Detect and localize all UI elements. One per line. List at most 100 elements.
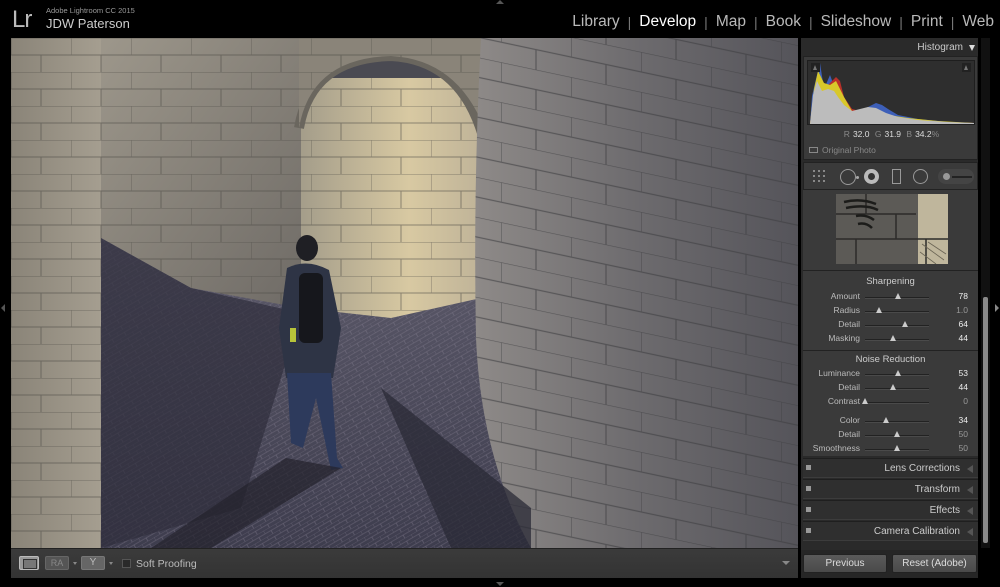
slider-color[interactable]: Color 34	[803, 415, 978, 428]
slider-value[interactable]: 0	[963, 396, 968, 406]
radial-filter-icon[interactable]	[913, 169, 928, 184]
slider-knob[interactable]	[902, 321, 909, 327]
slider-knob[interactable]	[875, 307, 882, 313]
spot-removal-icon[interactable]	[840, 169, 856, 185]
slider-detail[interactable]: Detail 50	[803, 429, 978, 442]
slider-luminance[interactable]: Luminance 53	[803, 368, 978, 381]
slider-value[interactable]: 78	[959, 291, 968, 301]
detail-preview-image	[836, 194, 948, 264]
slider-label: Masking	[828, 333, 860, 343]
panel-lens-corrections[interactable]: Lens Corrections	[803, 458, 978, 478]
slider-track[interactable]	[865, 388, 929, 390]
slider-value[interactable]: 64	[959, 319, 968, 329]
expand-triangle-icon[interactable]	[967, 465, 973, 473]
panel-effects[interactable]: Effects	[803, 500, 978, 520]
panel-toggle-switch[interactable]	[806, 465, 811, 470]
slider-track[interactable]	[865, 421, 929, 423]
detail-preview[interactable]	[803, 190, 978, 270]
red-eye-correction-icon[interactable]	[864, 169, 879, 184]
panel-toggle-switch[interactable]	[806, 528, 811, 533]
r-label: R	[843, 129, 850, 139]
left-panel-toggle-icon[interactable]	[1, 304, 5, 312]
slider-knob[interactable]	[895, 370, 902, 376]
filmstrip-toggle-icon[interactable]	[496, 582, 504, 586]
soft-proofing-checkbox[interactable]	[122, 559, 131, 568]
module-develop[interactable]: Develop	[639, 13, 696, 31]
right-panel-toggle-icon[interactable]	[995, 304, 999, 312]
slider-detail[interactable]: Detail 44	[803, 382, 978, 395]
panel-label: Lens Corrections	[884, 463, 960, 474]
slider-label: Smoothness	[812, 443, 860, 453]
slider-value[interactable]: 44	[959, 382, 968, 392]
slider-track[interactable]	[865, 325, 929, 327]
slider-value[interactable]: 50	[959, 443, 968, 453]
module-separator: |	[627, 14, 632, 30]
histogram-header[interactable]: Histogram	[801, 38, 978, 56]
slider-masking[interactable]: Masking 44	[803, 333, 978, 346]
panel-transform[interactable]: Transform	[803, 479, 978, 499]
expand-triangle-icon[interactable]	[967, 507, 973, 515]
graduated-filter-icon[interactable]	[892, 169, 901, 184]
before-after-dropdown-icon[interactable]	[73, 562, 77, 565]
expand-triangle-icon[interactable]	[967, 486, 973, 494]
slider-value[interactable]: 50	[959, 429, 968, 439]
panel-toggle-switch[interactable]	[806, 486, 811, 491]
slider-knob[interactable]	[893, 431, 900, 437]
panel-camera-calibration[interactable]: Camera Calibration	[803, 521, 978, 541]
module-book[interactable]: Book	[766, 13, 801, 31]
crop-overlay-icon[interactable]	[812, 169, 826, 183]
slider-knob[interactable]	[894, 293, 901, 299]
slider-value[interactable]: 44	[959, 333, 968, 343]
slider-detail[interactable]: Detail 64	[803, 319, 978, 332]
collapse-triangle-icon[interactable]	[969, 45, 975, 51]
before-after-button[interactable]: RA	[45, 556, 69, 570]
photo-image	[11, 38, 798, 548]
expand-triangle-icon[interactable]	[967, 528, 973, 536]
slider-label: Amount	[830, 291, 860, 301]
slider-radius[interactable]: Radius 1.0	[803, 305, 978, 318]
slider-label: Color	[839, 415, 860, 425]
module-separator: |	[704, 14, 708, 30]
slider-knob[interactable]	[889, 384, 896, 390]
module-slideshow[interactable]: Slideshow	[821, 13, 892, 31]
slider-knob[interactable]	[861, 398, 868, 404]
previous-button[interactable]: Previous	[803, 554, 887, 573]
module-web[interactable]: Web	[962, 13, 994, 31]
slider-value[interactable]: 34	[959, 415, 968, 425]
slider-value[interactable]: 53	[959, 368, 968, 378]
slider-smoothness[interactable]: Smoothness 50	[803, 443, 978, 456]
slider-knob[interactable]	[889, 335, 896, 341]
scrollbar-thumb[interactable]	[983, 297, 988, 543]
before-after-swap-button[interactable]: Y	[81, 556, 105, 570]
slider-knob[interactable]	[893, 445, 900, 451]
loupe-view-button[interactable]	[19, 556, 39, 570]
module-library[interactable]: Library	[572, 13, 619, 31]
reset-button[interactable]: Reset (Adobe)	[892, 554, 977, 573]
slider-knob[interactable]	[883, 417, 890, 423]
panel-button-row: Previous Reset (Adobe)	[801, 550, 978, 578]
slider-contrast[interactable]: Contrast 0	[803, 396, 978, 409]
slider-track[interactable]	[865, 339, 929, 341]
module-print[interactable]: Print	[911, 13, 943, 31]
shadow-clipping-toggle[interactable]	[811, 63, 820, 72]
toolbar-content-menu-icon[interactable]	[782, 561, 790, 565]
soft-proofing-label: Soft Proofing	[136, 558, 197, 570]
panel-toggle-switch[interactable]	[806, 507, 811, 512]
identity-plate: Adobe Lightroom CC 2015 JDW Paterson	[46, 6, 135, 31]
slider-amount[interactable]: Amount 78	[803, 291, 978, 304]
module-map[interactable]: Map	[716, 13, 746, 31]
slider-label: Detail	[838, 319, 860, 329]
g-label: G	[874, 129, 882, 139]
slider-track[interactable]	[865, 402, 929, 404]
tool-strip	[803, 162, 978, 190]
photo-canvas[interactable]	[11, 38, 798, 548]
percent-unit: %	[931, 129, 940, 139]
histogram-graph[interactable]	[807, 60, 975, 125]
slider-value[interactable]: 1.0	[956, 305, 968, 315]
swap-dropdown-icon[interactable]	[109, 562, 113, 565]
highlight-clipping-toggle[interactable]	[962, 63, 971, 72]
top-panel-toggle-icon[interactable]	[496, 0, 504, 4]
histogram-title: Histogram	[917, 42, 963, 53]
module-separator: |	[808, 14, 813, 30]
slider-label: Contrast	[827, 396, 860, 406]
